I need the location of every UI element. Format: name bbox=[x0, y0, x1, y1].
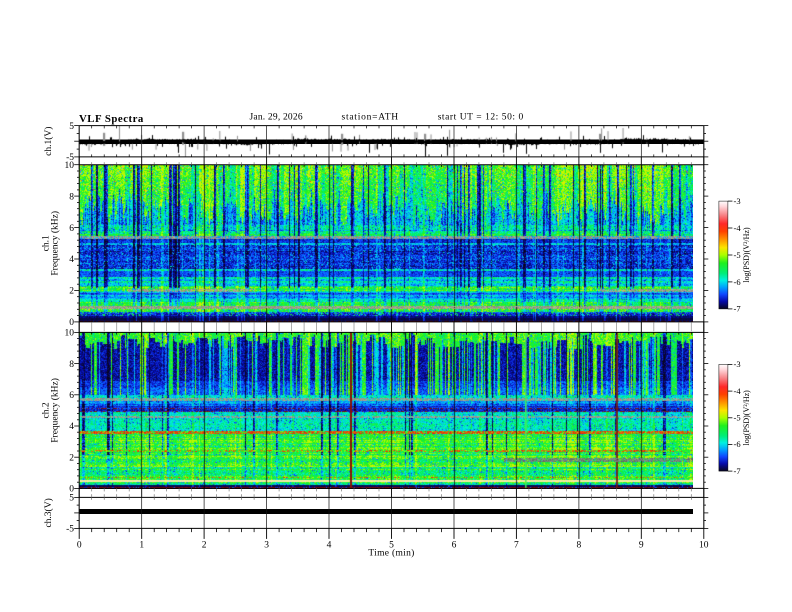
svg-text:-5: -5 bbox=[734, 250, 741, 260]
svg-text:0: 0 bbox=[69, 318, 74, 328]
svg-text:Jan. 29, 2026: Jan. 29, 2026 bbox=[250, 113, 303, 123]
svg-text:log(PSD)(V²/Hz): log(PSD)(V²/Hz) bbox=[742, 390, 751, 446]
svg-text:0: 0 bbox=[77, 541, 82, 551]
svg-text:6: 6 bbox=[69, 391, 74, 401]
svg-text:VLF Spectra: VLF Spectra bbox=[79, 113, 144, 125]
svg-text:-4: -4 bbox=[734, 386, 742, 396]
svg-text:4: 4 bbox=[69, 255, 74, 265]
svg-text:1: 1 bbox=[139, 541, 144, 551]
svg-text:-6: -6 bbox=[734, 277, 741, 287]
svg-text:-7: -7 bbox=[734, 466, 741, 476]
svg-text:6: 6 bbox=[69, 224, 74, 234]
svg-text:station=ATH: station=ATH bbox=[342, 113, 399, 123]
svg-text:3: 3 bbox=[264, 541, 269, 551]
svg-text:log(PSD)(V²/Hz): log(PSD)(V²/Hz) bbox=[742, 227, 751, 283]
svg-text:8: 8 bbox=[577, 541, 582, 551]
svg-text:start UT = 12: 50: 0: start UT = 12: 50: 0 bbox=[438, 113, 524, 123]
svg-text:7: 7 bbox=[514, 541, 519, 551]
svg-text:9: 9 bbox=[639, 541, 644, 551]
svg-text:ch.3(V): ch.3(V) bbox=[43, 498, 54, 527]
svg-text:-3: -3 bbox=[734, 359, 741, 369]
svg-text:-6: -6 bbox=[734, 439, 741, 449]
svg-text:4: 4 bbox=[327, 541, 332, 551]
svg-text:-3: -3 bbox=[734, 196, 741, 206]
svg-text:Time (min): Time (min) bbox=[368, 548, 414, 559]
svg-text:2: 2 bbox=[69, 287, 74, 297]
svg-text:8: 8 bbox=[69, 192, 74, 202]
svg-text:2: 2 bbox=[202, 541, 207, 551]
svg-text:5: 5 bbox=[69, 494, 74, 504]
svg-text:5: 5 bbox=[69, 122, 74, 132]
svg-text:-7: -7 bbox=[734, 304, 741, 314]
svg-text:-5: -5 bbox=[734, 413, 741, 423]
svg-text:Frequency (kHz): Frequency (kHz) bbox=[50, 211, 61, 276]
svg-text:2: 2 bbox=[69, 453, 74, 463]
svg-text:10: 10 bbox=[65, 161, 75, 171]
svg-text:Frequency (kHz): Frequency (kHz) bbox=[50, 378, 61, 443]
svg-text:10: 10 bbox=[65, 329, 75, 339]
svg-text:10: 10 bbox=[699, 541, 709, 551]
svg-text:6: 6 bbox=[452, 541, 457, 551]
svg-text:-4: -4 bbox=[734, 223, 742, 233]
svg-text:-5: -5 bbox=[66, 525, 74, 535]
svg-text:8: 8 bbox=[69, 360, 74, 370]
svg-text:ch.1(V): ch.1(V) bbox=[43, 127, 54, 156]
svg-text:4: 4 bbox=[69, 422, 74, 432]
